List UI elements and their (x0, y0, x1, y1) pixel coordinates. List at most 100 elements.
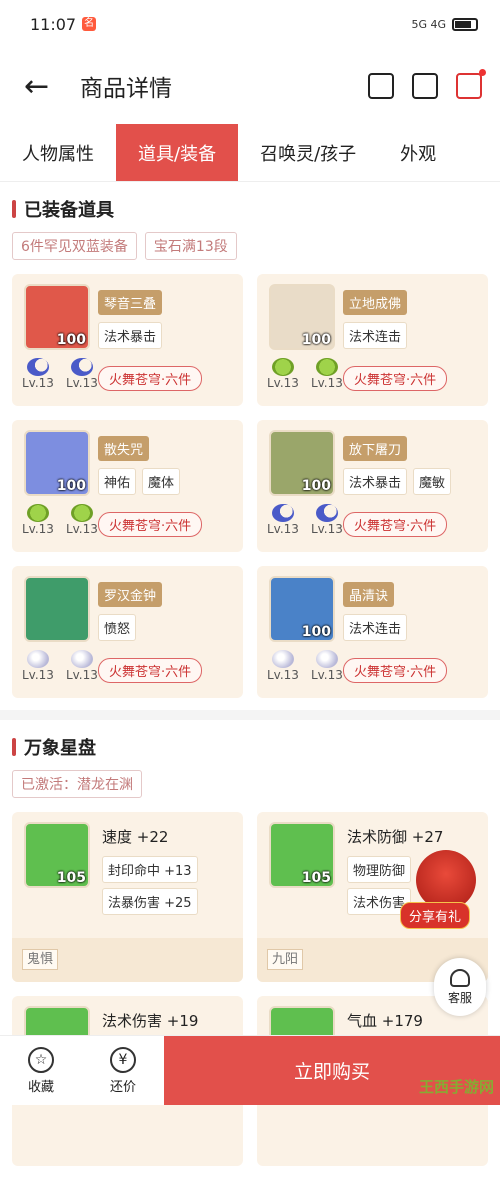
section-marker (12, 738, 16, 756)
equip-tag: 6件罕见双蓝装备 (12, 232, 137, 260)
equipment-card[interactable]: 100 晶清诀法术连击 Lv.13 Lv.13 火舞苍穹·六件 (257, 566, 488, 698)
gem-list: Lv.13 Lv.13 (22, 358, 98, 390)
customer-service-label: 客服 (447, 990, 472, 1005)
attribute-tag: 法术暴击 (98, 322, 163, 349)
equipment-card[interactable]: 100 立地成佛 法术连击 Lv.13 Lv.13 火舞苍穹·六件 (257, 274, 488, 406)
star-sub-stat: 物理防御 (347, 856, 412, 883)
favorite-button[interactable]: ☆ 收藏 (0, 1036, 82, 1105)
share-gift-button[interactable]: 分享有礼 (400, 850, 486, 930)
star-icon: 105 (269, 822, 335, 888)
star-main-stat: 法术防御 +27 (347, 828, 444, 846)
star-footer: 鬼惧 (12, 938, 243, 982)
gem-item: Lv.13 (267, 504, 299, 536)
customer-service-button[interactable]: 客服 (434, 958, 486, 1016)
attribute-tag: 法术连击 (343, 614, 408, 641)
star-main-stat: 法术伤害 +19 (102, 1012, 199, 1030)
gem-level: Lv.13 (65, 376, 98, 390)
tab-equipment[interactable]: 道具/装备 (116, 124, 239, 181)
favorite-label: 收藏 (27, 1079, 54, 1095)
tab-bar: 人物属性 道具/装备 召唤灵/孩子 外观 (0, 124, 500, 182)
gem-level: Lv.13 (310, 522, 343, 536)
gem-level: Lv.13 (267, 376, 299, 390)
equipment-icon: 100 (269, 576, 335, 642)
equipment-attributes: 法术连击 (343, 614, 408, 641)
gem-item: Lv.13 (311, 504, 343, 536)
gem-item: Lv.13 (22, 504, 54, 536)
gem-item: Lv.13 (267, 650, 299, 682)
gem-level: Lv.13 (267, 668, 299, 682)
equipment-card[interactable]: 100 放下屠刀 法术暴击 魔敏 Lv.13 Lv.13 火舞苍穹·六件 (257, 420, 488, 552)
share-icon[interactable] (368, 73, 394, 99)
equipment-name: 立地成佛 (343, 290, 408, 315)
attribute-tag: 法术连击 (343, 322, 408, 349)
equipment-card[interactable]: 罗汉金钟 愤怒 Lv.13 Lv.13 火舞苍穹·六件 (12, 566, 243, 698)
set-bonus-badge: 火舞苍穹·六件 (98, 366, 203, 391)
gem-item: Lv.13 (311, 358, 343, 390)
set-bonus-badge: 火舞苍穹·六件 (343, 658, 448, 683)
star-card[interactable]: 105 速度 +22 封印命中 +13 法暴伤害 +25 鬼惧 (12, 812, 243, 982)
gem-list: Lv.13 Lv.13 (22, 650, 98, 682)
equipment-level: 100 (301, 478, 331, 494)
star-main-stat: 气血 +179 (347, 1012, 423, 1030)
leaf-gem-icon (271, 358, 294, 376)
mail-icon[interactable] (456, 69, 486, 99)
equipment-name: 晶清诀 (343, 582, 395, 607)
equipment-card[interactable]: 100 散失咒 神佑 魔体 Lv.13 Lv.13 火舞苍穹·六件 (12, 420, 243, 552)
folder-icon[interactable] (412, 73, 438, 99)
back-arrow-icon[interactable]: ← (24, 69, 64, 104)
tab-summons[interactable]: 召唤灵/孩子 (238, 124, 378, 181)
star-sub-stat: 法暴伤害 +25 (102, 888, 198, 915)
equipment-icon: 100 (269, 430, 335, 496)
bargain-label: 还价 (109, 1079, 136, 1095)
leaf-gem-icon (70, 504, 93, 522)
gift-bag-icon (416, 850, 476, 910)
bargain-button[interactable]: ¥ 还价 (82, 1036, 164, 1105)
equipment-level: 100 (56, 332, 86, 348)
pearl-gem-icon (315, 650, 338, 668)
set-bonus-badge: 火舞苍穹·六件 (343, 512, 448, 537)
attribute-tag: 神佑 (98, 468, 137, 495)
moon-gem-icon (26, 358, 49, 376)
moon-gem-icon (271, 504, 294, 522)
equipment-icon: 100 (269, 284, 335, 350)
section-title: 已装备道具 (24, 200, 114, 221)
status-time: 11:07 (30, 14, 77, 34)
gem-level: Lv.13 (65, 522, 98, 536)
star-main-stat: 速度 +22 (102, 828, 169, 846)
gem-item: Lv.13 (22, 358, 54, 390)
yen-icon: ¥ (110, 1046, 136, 1073)
equip-tag: 宝石满13段 (144, 232, 237, 260)
headset-icon (450, 968, 470, 987)
signal-indicator: 5G 4G (411, 17, 446, 31)
attribute-tag: 法术暴击 (343, 468, 408, 495)
status-app-badge: 名 (82, 17, 97, 31)
gem-level: Lv.13 (310, 376, 343, 390)
moon-gem-icon (315, 504, 338, 522)
leaf-gem-icon (315, 358, 338, 376)
section-marker (12, 200, 16, 218)
tab-character[interactable]: 人物属性 (0, 124, 116, 181)
equipment-name: 琴音三叠 (98, 290, 163, 315)
equipment-level: 100 (301, 624, 331, 640)
gem-item: Lv.13 (267, 358, 299, 390)
tab-appearance[interactable]: 外观 (378, 124, 458, 181)
pearl-gem-icon (26, 650, 49, 668)
leaf-gem-icon (26, 504, 49, 522)
gem-item: Lv.13 (66, 504, 98, 536)
gem-list: Lv.13 Lv.13 (267, 650, 343, 682)
equipment-attributes: 法术暴击 (98, 322, 163, 349)
equipment-name: 罗汉金钟 (98, 582, 163, 607)
equipment-card[interactable]: 100 琴音三叠 法术暴击 Lv.13 Lv.13 火舞苍穹·六件 (12, 274, 243, 406)
star-level: 105 (301, 870, 331, 886)
status-bar: 11:07 名 5G 4G (0, 0, 500, 48)
equipment-attributes: 愤怒 (98, 614, 137, 641)
battery-icon (452, 17, 478, 31)
gem-level: Lv.13 (267, 522, 299, 536)
equipment-attributes: 法术连击 (343, 322, 408, 349)
equipment-section: 已装备道具 6件罕见双蓝装备 宝石满13段 100 琴音三叠法术暴击 Lv.13 Lv… (0, 182, 500, 710)
gem-level: Lv.13 (22, 668, 54, 682)
equipment-level: 100 (56, 478, 86, 494)
star-icon: 105 (24, 822, 90, 888)
equipment-icon: 100 (24, 284, 90, 350)
gem-item: Lv.13 (66, 358, 98, 390)
